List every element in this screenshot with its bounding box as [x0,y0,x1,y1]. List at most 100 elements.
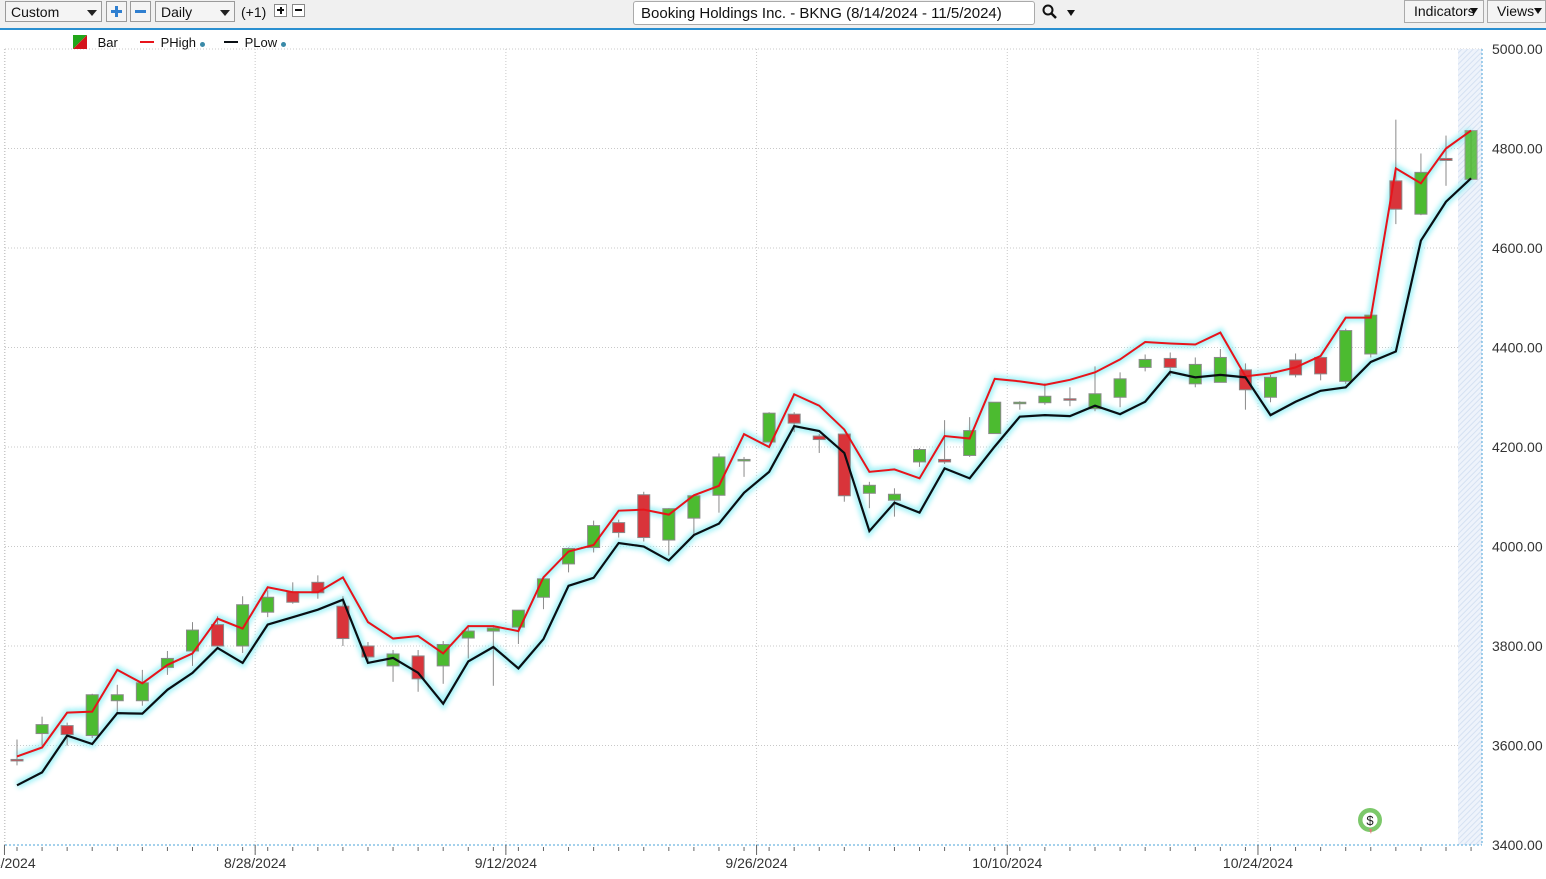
legend-plow[interactable]: PLow [224,35,286,50]
candle-body [1364,314,1378,355]
candle-body [60,725,74,736]
phigh-swatch [140,41,154,43]
candle-body [511,609,525,628]
y-tick-label: 4400.00 [1492,340,1543,356]
candle [1464,130,1478,180]
candle-body [411,655,425,680]
candle-body [486,627,500,632]
candle-body [737,458,751,462]
candle [1113,372,1127,408]
dividend-marker[interactable]: $ [1358,808,1382,834]
candle [737,456,751,477]
candle-body [85,694,99,737]
y-tick-label: 3600.00 [1492,738,1543,754]
candle [1314,356,1328,381]
x-tick-label: 10/24/2024 [1223,855,1293,871]
x-tick-label: 9/26/2024 [725,855,787,871]
candle-body [110,694,124,702]
y-tick-label: 3800.00 [1492,638,1543,654]
candle [1264,374,1277,403]
candle-body [963,430,977,456]
candle-body [938,458,952,463]
legend-bar[interactable]: Bar [73,35,118,50]
candle-body [236,604,250,647]
candle [85,693,99,739]
x-tick-label: 10/10/2024 [972,855,1042,871]
x-axis-labels: 8/14/2024 8/28/2024 9/12/2024 9/26/2024 10/1… [0,855,1293,871]
candle [812,434,826,453]
candle [1339,328,1353,384]
x-tick-label: 9/12/2024 [475,855,537,871]
candle-body [1188,363,1202,385]
candle [236,596,250,653]
candle [1013,401,1027,410]
candle-body [862,484,876,494]
candle-body [261,596,275,613]
legend-bar-label: Bar [97,35,118,50]
candle [1063,387,1077,407]
y-tick-label: 4000.00 [1492,539,1543,555]
candle-body [988,401,1002,435]
candle-body [1439,157,1453,161]
settings-dot-icon[interactable] [199,42,205,47]
y-tick-label: 4200.00 [1492,439,1543,455]
legend-phigh[interactable]: PHigh [140,35,205,50]
settings-dot-icon[interactable] [280,42,286,47]
price-chart[interactable]: 3400.00 3600.00 3800.00 4000.00 4200.00 4400.… [0,0,1546,879]
grid [3,48,1482,855]
y-tick-label: 3400.00 [1492,837,1543,853]
candle [988,401,1002,435]
candle-body [35,724,49,735]
candle [862,481,876,509]
candle-body [913,448,927,463]
candle-body [135,682,149,702]
plow-glow [15,175,1474,789]
candle-body [1264,376,1277,398]
candle-body [1038,395,1052,404]
candle [687,495,701,535]
y-tick-label: 5000.00 [1492,41,1543,57]
dollar-icon: $ [1366,813,1374,828]
candle-body [1339,330,1353,382]
candle-body [1238,369,1252,391]
candle-body [1113,378,1127,398]
candle [637,491,651,542]
bar-swatch-icon [73,35,87,49]
candle-body [1138,358,1152,368]
candle [511,609,525,645]
candle-body [10,758,24,762]
candle [1138,354,1152,372]
candle [536,578,550,610]
candle [712,453,726,513]
candle-body [1163,357,1177,368]
candle-body [612,522,626,534]
candle [587,520,601,553]
x-axis-ticks [3,845,1472,855]
candle-body [286,591,300,603]
candle-body [637,494,651,539]
y-axis-labels: 3400.00 3600.00 3800.00 4000.00 4200.00 4400.… [1492,41,1543,853]
y-tick-label: 4600.00 [1492,240,1543,256]
candle-body [787,413,801,424]
x-tick-label: 8/14/2024 [0,855,36,871]
candle [110,684,124,714]
candle-body [211,624,225,647]
x-tick-label: 8/28/2024 [224,855,286,871]
candle-body [1314,356,1328,375]
candle [1213,348,1227,383]
legend-phigh-label: PHigh [160,35,197,50]
candle [1188,357,1202,388]
candle-body [1063,398,1077,401]
plow-line [16,177,1472,787]
candle [135,669,149,706]
y-tick-label: 4800.00 [1492,141,1543,157]
candle [386,649,400,682]
legend-plow-label: PLow [244,35,278,50]
candle-body [1213,356,1227,383]
candle-body [1464,130,1478,180]
candle-body [1013,401,1027,405]
plow-swatch [224,41,238,43]
candle [612,519,626,538]
candle-body [887,493,901,501]
candle-body [812,435,826,441]
